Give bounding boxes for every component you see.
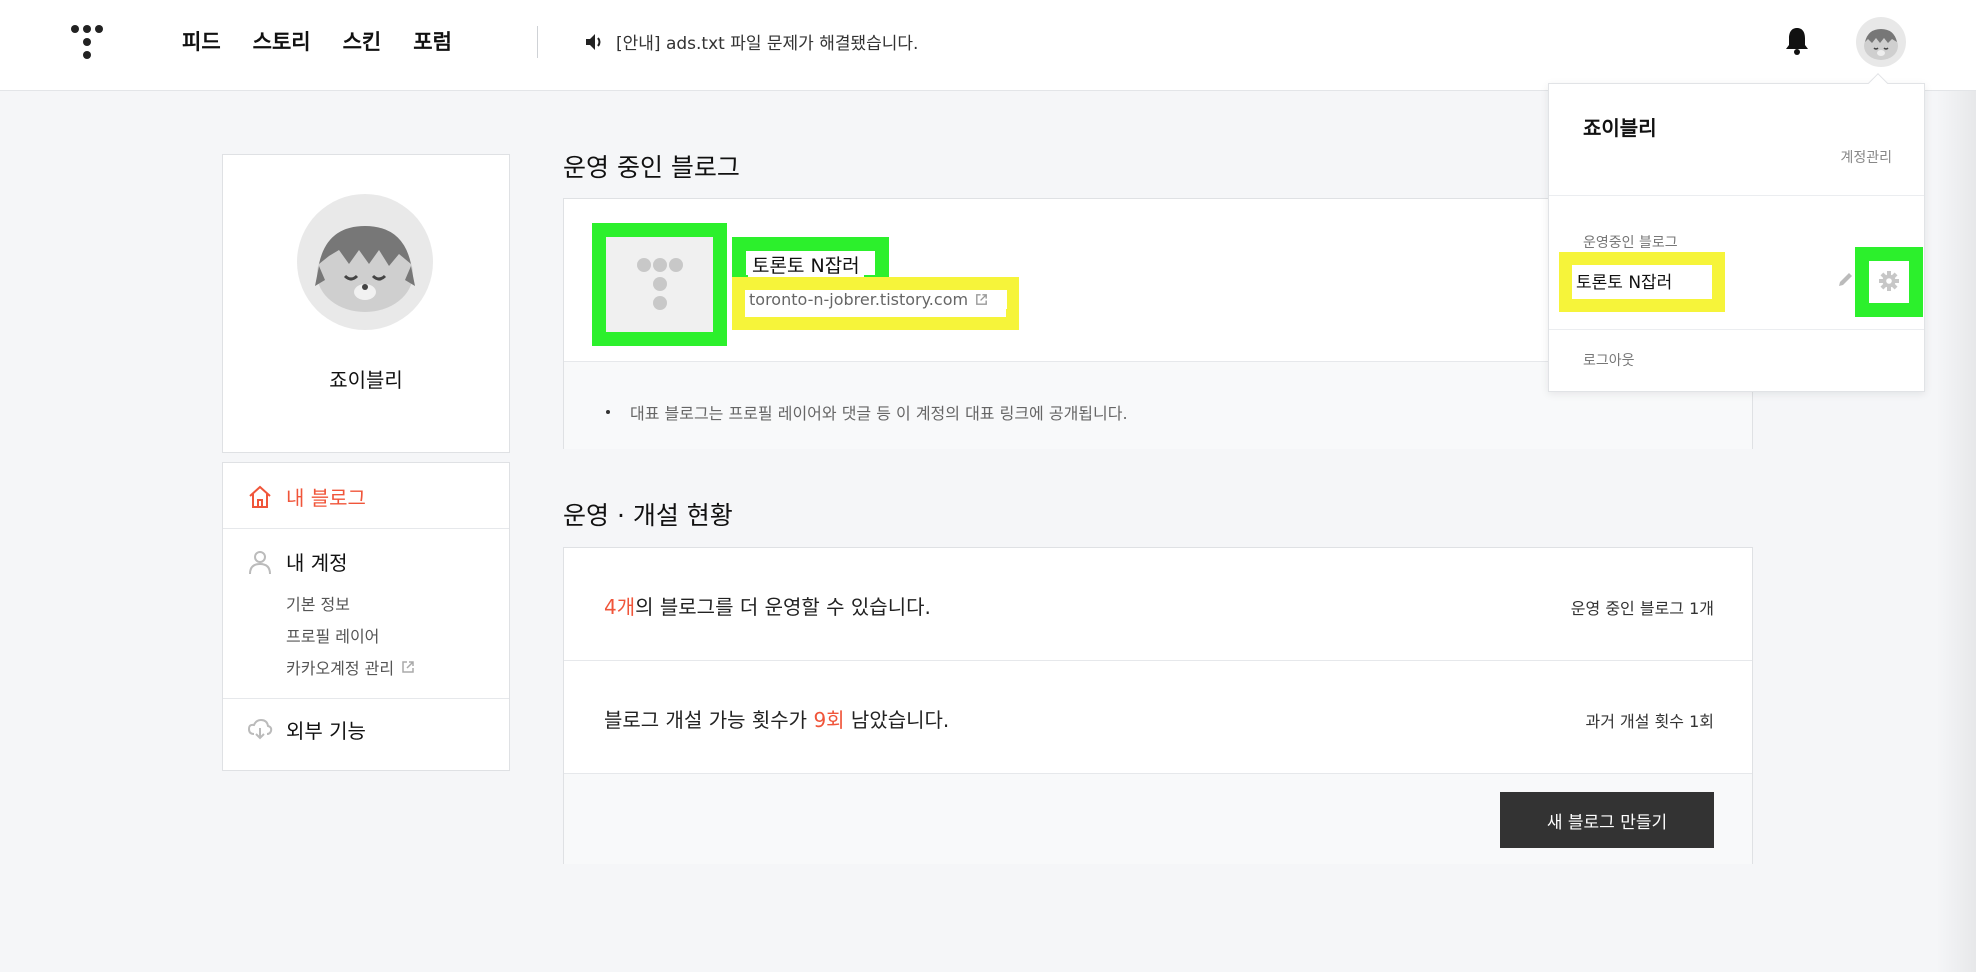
- user-icon: [249, 551, 271, 575]
- open-count-value: 9회: [813, 708, 845, 732]
- dropdown-divider: [1549, 195, 1924, 196]
- menu-kakao-account-label[interactable]: 카카오계정 관리: [286, 655, 394, 679]
- status-row-open-count: 블로그 개설 가능 횟수가 9회 남았습니다. 과거 개설 횟수 1회: [564, 661, 1752, 774]
- profile-character-icon: [1864, 29, 1898, 60]
- profile-character-icon: [315, 226, 415, 312]
- status-footer: 새 블로그 만들기: [564, 774, 1752, 864]
- edge-shadow: [1936, 91, 1976, 972]
- new-blog-button[interactable]: 새 블로그 만들기: [1500, 792, 1714, 848]
- dropdown-blog-link[interactable]: 토론토 N잡러: [1572, 265, 1712, 296]
- side-menu: 내 블로그 내 계정 기본 정보 프로필 레이어 카카오계정 관리 외부 기능: [222, 462, 510, 771]
- cloud-download-icon: [247, 718, 273, 740]
- external-link-icon: [402, 661, 414, 673]
- external-link-icon: [976, 294, 987, 305]
- pencil-icon[interactable]: [1836, 269, 1856, 289]
- status-row-remaining-blogs: 4개의 블로그를 더 운영할 수 있습니다. 운영 중인 블로그 1개: [564, 548, 1752, 661]
- nav-skin[interactable]: 스킨: [343, 26, 382, 56]
- menu-basic-info[interactable]: 기본 정보: [286, 591, 350, 615]
- blog-thumbnail[interactable]: [606, 237, 713, 332]
- main-nav: 피드 스토리 스킨 포럼: [182, 26, 484, 56]
- menu-external[interactable]: 외부 기능: [223, 699, 509, 771]
- avatar[interactable]: [1856, 17, 1906, 67]
- menu-kakao-account[interactable]: 카카오계정 관리: [286, 655, 416, 679]
- home-icon: [249, 485, 271, 508]
- blog-url-link[interactable]: toronto-n-jobrer.tistory.com: [745, 290, 1007, 309]
- nav-story[interactable]: 스토리: [253, 26, 311, 56]
- logout-link[interactable]: 로그아웃: [1583, 350, 1635, 370]
- bell-icon[interactable]: [1783, 26, 1811, 56]
- menu-my-blog-label[interactable]: 내 블로그: [286, 482, 366, 511]
- remaining-blogs-count: 4개: [604, 595, 636, 619]
- representative-note: 대표 블로그는 프로필 레이어와 댓글 등 이 계정의 대표 링크에 공개됩니다…: [606, 400, 1128, 424]
- operating-count: 운영 중인 블로그 1개: [1570, 599, 1714, 618]
- bullet-dot: [606, 410, 610, 414]
- nav-divider: [537, 26, 538, 58]
- account-dropdown: 죠이블리 계정관리 운영중인 블로그 토론토 N잡러 로그아웃: [1548, 83, 1925, 392]
- menu-my-account-label[interactable]: 내 계정: [286, 547, 348, 576]
- dropdown-operating-label: 운영중인 블로그: [1583, 235, 1678, 251]
- gear-icon[interactable]: [1878, 270, 1900, 292]
- nav-forum[interactable]: 포럼: [413, 26, 452, 56]
- notice-text[interactable]: [안내] ads.txt 파일 문제가 해결됐습니다.: [616, 29, 918, 54]
- remaining-blogs-rest: 의 블로그를 더 운영할 수 있습니다.: [635, 595, 931, 619]
- tistory-logo-icon[interactable]: [70, 24, 104, 60]
- status-panel: 4개의 블로그를 더 운영할 수 있습니다. 운영 중인 블로그 1개 블로그 …: [563, 547, 1753, 864]
- representative-note-text: 대표 블로그는 프로필 레이어와 댓글 등 이 계정의 대표 링크에 공개됩니다…: [630, 404, 1128, 423]
- menu-my-blog[interactable]: 내 블로그: [223, 463, 509, 529]
- top-header: 피드 스토리 스킨 포럼 [안내] ads.txt 파일 문제가 해결됐습니다.: [0, 0, 1976, 91]
- dropdown-user-name: 죠이블리: [1583, 116, 1657, 140]
- nav-feed[interactable]: 피드: [182, 26, 221, 56]
- menu-external-label[interactable]: 외부 기능: [286, 715, 366, 744]
- status-title: 운영 · 개설 현황: [563, 501, 733, 530]
- menu-my-account: 내 계정 기본 정보 프로필 레이어 카카오계정 관리: [223, 529, 509, 699]
- tistory-logo-icon: [637, 258, 683, 310]
- account-manage-link[interactable]: 계정관리: [1840, 147, 1892, 167]
- past-open-count: 과거 개설 횟수 1회: [1585, 712, 1714, 731]
- menu-profile-layer[interactable]: 프로필 레이어: [286, 623, 379, 647]
- blog-url-text[interactable]: toronto-n-jobrer.tistory.com: [749, 290, 968, 309]
- blog-name[interactable]: 토론토 N잡러: [748, 251, 864, 278]
- speaker-icon: [586, 33, 601, 50]
- remaining-blogs-text: 4개의 블로그를 더 운영할 수 있습니다.: [604, 591, 931, 620]
- open-count-text: 블로그 개설 가능 횟수가 9회 남았습니다.: [604, 704, 949, 733]
- dropdown-divider: [1549, 329, 1924, 330]
- operating-blogs-title: 운영 중인 블로그: [563, 153, 740, 182]
- open-count-post: 남았습니다.: [844, 708, 950, 732]
- open-count-pre: 블로그 개설 가능 횟수가: [604, 708, 814, 732]
- notice-banner[interactable]: [안내] ads.txt 파일 문제가 해결됐습니다.: [584, 29, 918, 54]
- profile-avatar: [297, 194, 433, 330]
- profile-name: 죠이블리: [329, 368, 403, 392]
- profile-card: 죠이블리: [222, 154, 510, 453]
